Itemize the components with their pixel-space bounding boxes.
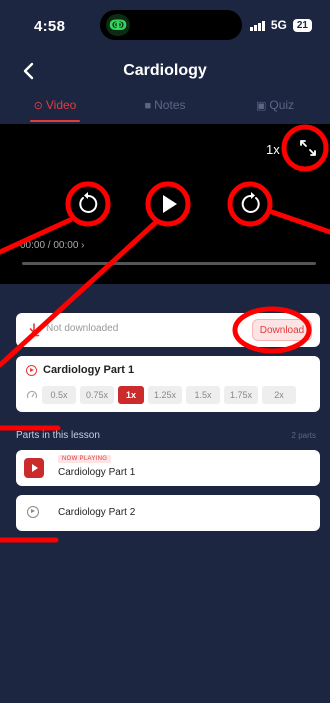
tab-notes-label: Notes — [154, 98, 186, 112]
link-icon: ↂ — [106, 14, 130, 36]
tab-video[interactable]: ⊙ Video — [0, 94, 110, 124]
speed-gauge-icon — [26, 390, 38, 399]
lesson-part-item[interactable]: NOW PLAYING Cardiology Part 1 — [16, 450, 320, 486]
tab-bar: ⊙ Video ■ Notes ▣ Quiz — [0, 94, 330, 124]
chevron-right-icon: › — [78, 240, 85, 251]
forward-icon[interactable] — [237, 190, 265, 218]
tab-video-label: Video — [45, 98, 77, 112]
status-time: 4:58 — [34, 18, 66, 35]
signal-icon — [249, 20, 265, 31]
network-type: 5G — [270, 18, 287, 32]
tab-notes[interactable]: ■ Notes — [110, 94, 220, 124]
page-title: Cardiology — [123, 62, 207, 79]
battery-icon: 21 — [292, 18, 312, 32]
current-part-title: Cardiology Part 1 — [43, 364, 135, 376]
lesson-part-title: Cardiology Part 1 — [58, 467, 136, 478]
download-card: Not downloaded Download — [16, 313, 320, 347]
part-title-row: Cardiology Part 1 — [26, 364, 134, 376]
speed-option-1.75x[interactable]: 1.75x — [224, 386, 258, 404]
notes-icon: ■ — [144, 100, 152, 112]
nav-header: Cardiology — [0, 52, 330, 92]
parts-count: 2 parts — [291, 431, 316, 440]
now-playing-badge: NOW PLAYING — [58, 455, 112, 463]
fullscreen-icon[interactable] — [296, 136, 320, 160]
download-arrow-icon — [28, 323, 40, 337]
lesson-part-item[interactable]: Cardiology Part 2 — [16, 495, 320, 531]
speed-selector: 0.5x 0.75x 1x 1.25x 1.5x 1.75x 2x — [26, 386, 296, 404]
speed-option-1.5x[interactable]: 1.5x — [186, 386, 220, 404]
lesson-part-title: Cardiology Part 2 — [58, 507, 136, 518]
video-icon: ⊙ — [33, 100, 43, 112]
video-player[interactable]: 1x 00:00 / 00:00 › — [0, 124, 330, 284]
speed-option-0.75x[interactable]: 0.75x — [80, 386, 114, 404]
current-part-card: Cardiology Part 1 0.5x 0.75x 1x 1.25x 1.… — [16, 356, 320, 412]
play-circle-icon — [26, 364, 37, 376]
tab-quiz[interactable]: ▣ Quiz — [220, 94, 330, 124]
lesson-parts-heading: Parts in this lesson — [16, 430, 100, 441]
play-icon — [24, 458, 44, 478]
speed-indicator[interactable]: 1x — [266, 142, 280, 157]
play-circle-icon — [27, 506, 39, 518]
rewind-icon[interactable] — [74, 190, 102, 218]
dynamic-island: ↂ — [100, 10, 242, 40]
play-icon[interactable] — [155, 190, 183, 218]
time-display: 00:00 / 00:00 › — [20, 240, 85, 251]
download-status: Not downloaded — [46, 323, 119, 334]
speed-option-1.25x[interactable]: 1.25x — [148, 386, 182, 404]
speed-option-0.5x[interactable]: 0.5x — [42, 386, 76, 404]
speed-option-2x[interactable]: 2x — [262, 386, 296, 404]
download-button[interactable]: Download — [252, 319, 312, 341]
quiz-icon: ▣ — [255, 100, 267, 112]
speed-option-1x[interactable]: 1x — [118, 386, 144, 404]
status-indicators: 5G 21 — [249, 18, 312, 32]
time-text: 00:00 / 00:00 — [20, 240, 79, 251]
progress-bar[interactable] — [22, 262, 316, 265]
tab-quiz-label: Quiz — [269, 98, 295, 112]
status-bar: 4:58 ↂ 5G 21 — [0, 0, 330, 52]
